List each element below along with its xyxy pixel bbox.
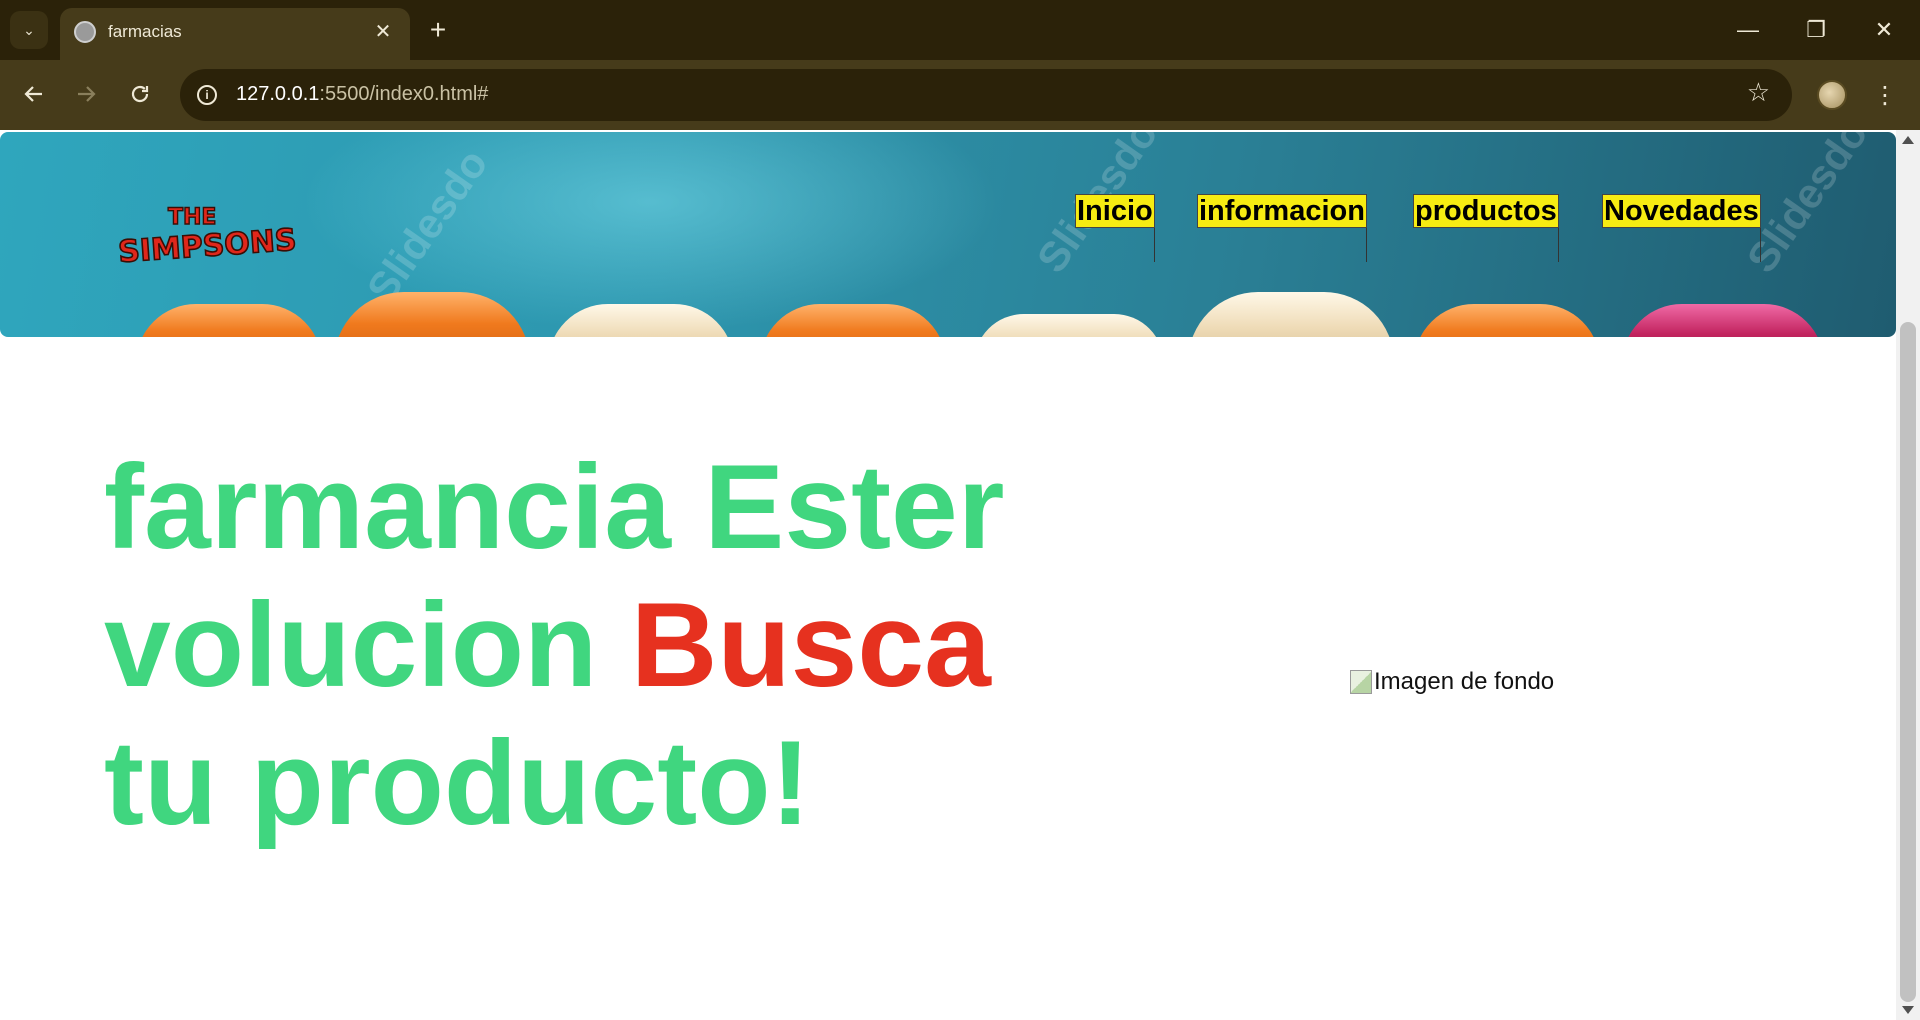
pill-image [1188, 292, 1394, 337]
site-info-icon[interactable]: i [192, 80, 222, 110]
nav-link-inicio[interactable]: Inicio [1075, 194, 1155, 228]
url-text[interactable]: 127.0.0.1:5500/index0.html# [236, 83, 488, 106]
simpsons-logo[interactable]: THE SIMPSONS [116, 194, 298, 274]
url-path: :5500/index0.html# [319, 83, 489, 105]
profile-avatar-icon[interactable] [1817, 80, 1847, 110]
hero-heading: farmancia Ester volucion Busca tu produc… [104, 438, 1024, 852]
address-bar[interactable]: i 127.0.0.1:5500/index0.html# ☆ [180, 69, 1792, 121]
tab-close-icon[interactable]: ✕ [370, 18, 396, 44]
logo-text-main: SIMPSONS [117, 223, 296, 270]
hero-line-1: farmancia Ester [104, 440, 1005, 574]
tab-title: farmacias [108, 22, 182, 41]
globe-icon [74, 21, 96, 43]
back-arrow-icon[interactable] [14, 74, 54, 114]
nav-divider [1365, 228, 1367, 262]
pill-image [1414, 304, 1600, 337]
page-header: Slidesdo Slidesdo Slidesdo THE SIMPSONS … [0, 132, 1896, 337]
nav-link-productos[interactable]: productos [1413, 194, 1559, 228]
restore-button[interactable]: ❐ [1794, 10, 1838, 50]
pill-image [1622, 304, 1824, 337]
kebab-menu-icon[interactable]: ⋮ [1873, 78, 1897, 112]
hero-accent-word: Busca [630, 578, 991, 712]
page-viewport: · · · · Slidesdo Slidesdo Slidesdo THE S… [0, 130, 1920, 1020]
minimize-button[interactable]: — [1726, 10, 1770, 50]
browser-toolbar: i 127.0.0.1:5500/index0.html# ☆ ⋮ [0, 60, 1920, 130]
nav-divider [1759, 228, 1761, 262]
browser-tab[interactable]: farmacias ✕ [60, 8, 410, 60]
page-scrollbar[interactable] [1896, 130, 1920, 1020]
url-host: 127.0.0.1 [236, 83, 320, 105]
image-alt-text: Imagen de fondo [1374, 668, 1555, 695]
forward-arrow-icon[interactable] [66, 74, 106, 114]
hero-line-2: volucion [104, 578, 631, 712]
logo-text-top: THE [168, 205, 216, 230]
close-window-button[interactable]: ✕ [1862, 10, 1906, 50]
nav-divider [1153, 228, 1155, 262]
scroll-down-arrow-icon[interactable] [1902, 1006, 1914, 1014]
new-tab-button[interactable]: + [423, 12, 453, 48]
broken-image-icon [1350, 670, 1372, 694]
pill-image [974, 314, 1164, 337]
nav-item-inicio: Inicio [1075, 194, 1155, 262]
nav-item-novedades: Novedades [1602, 194, 1761, 262]
nav-divider [1557, 228, 1559, 262]
scrollbar-thumb[interactable] [1900, 322, 1916, 1002]
browser-tab-bar: ⌄ farmacias ✕ + — ❐ ✕ [0, 0, 1920, 60]
nav-link-novedades[interactable]: Novedades [1602, 194, 1761, 228]
pill-image [136, 304, 322, 337]
nav-item-productos: productos [1413, 194, 1559, 262]
scroll-up-arrow-icon[interactable] [1902, 136, 1914, 144]
nav-item-informacion: informacion [1197, 194, 1367, 262]
hero-line-3: tu producto! [104, 716, 811, 850]
tab-search-icon[interactable]: ⌄ [10, 11, 48, 49]
background-image-broken: Imagen de fondo [1350, 668, 1554, 696]
reload-icon[interactable] [120, 74, 160, 114]
nav-link-informacion[interactable]: informacion [1197, 194, 1367, 228]
star-icon[interactable]: ☆ [1747, 77, 1770, 108]
